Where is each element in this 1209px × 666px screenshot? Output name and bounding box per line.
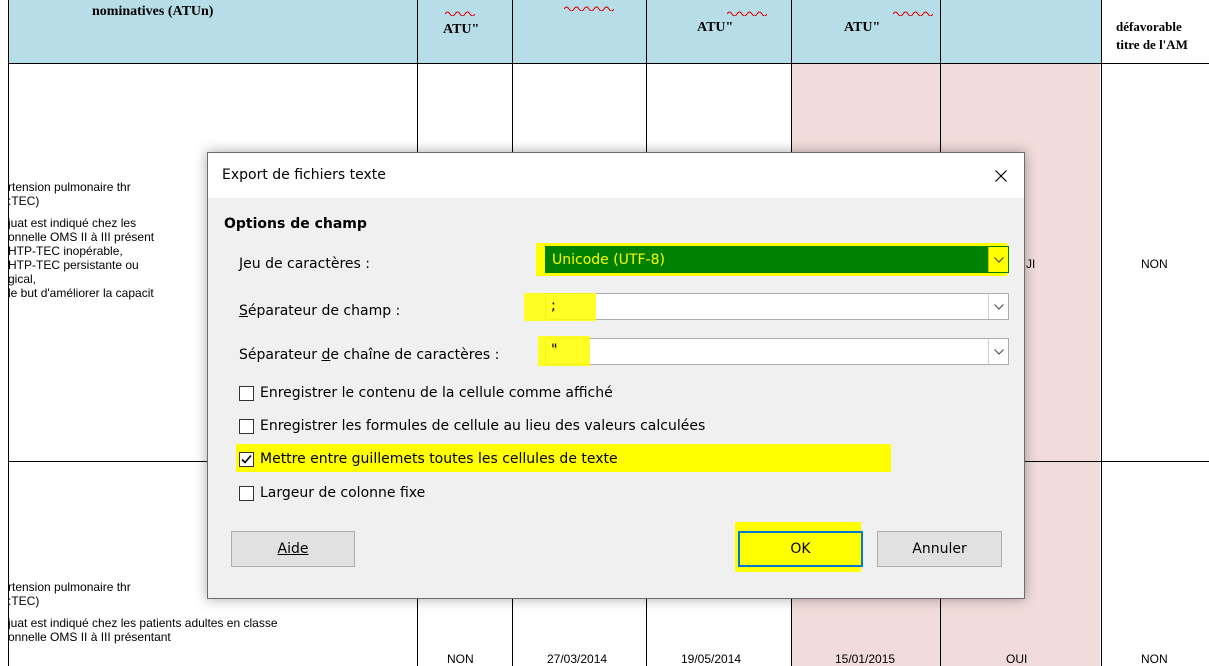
help-button[interactable]: Aide — [231, 531, 355, 567]
spellcheck-squiggle — [564, 6, 614, 11]
row1-description: rtension pulmonaire thr :TEC) juat est i… — [8, 180, 155, 300]
string-delimiter-select[interactable]: " — [545, 338, 1009, 365]
charset-select[interactable]: Unicode (UTF-8) — [545, 246, 1009, 273]
string-delimiter-label: Séparateur de chaîne de caractères : — [239, 347, 500, 363]
checkbox-save-formulas[interactable]: Enregistrer les formules de cellule au l… — [239, 416, 705, 436]
string-delimiter-dropdown-button[interactable] — [988, 339, 1008, 364]
header-col5: ATU" — [844, 20, 881, 35]
checkbox-box[interactable] — [239, 451, 254, 467]
spellcheck-squiggle — [445, 11, 475, 16]
charset-label-rest: eu de caractères : — [243, 256, 370, 272]
row2-col3-value: 27/03/2014 — [547, 652, 608, 666]
field-separator-label: Séparateur de champ : — [239, 303, 401, 319]
checkbox-label: Enregistrer le contenu de la cellule com… — [260, 385, 613, 401]
checkbox-label: Mettre entre guillemets toutes les cellu… — [260, 451, 618, 467]
header-col2: ATU" — [443, 22, 480, 37]
help-button-label: Aide — [277, 541, 309, 557]
header-margin — [0, 0, 8, 63]
row1-col7-value: NON — [1141, 257, 1168, 271]
cancel-button-label: Annuler — [912, 541, 967, 557]
header-col1: nominatives (ATUn) — [92, 4, 214, 19]
row2-col5-value: 15/01/2015 — [835, 652, 896, 666]
ok-button[interactable]: OK — [738, 531, 863, 567]
checkbox-label: Enregistrer les formules de cellule au l… — [260, 418, 706, 434]
chevron-down-icon — [993, 348, 1004, 355]
header-col4: ATU" — [697, 20, 734, 35]
highlight-mark — [538, 336, 590, 366]
checkbox-box[interactable] — [239, 485, 254, 501]
charset-label: Jeu de caractères : — [239, 256, 370, 272]
checkbox-label: Largeur de colonne fixe — [260, 485, 426, 501]
header-col7-line1: défavorable — [1116, 19, 1182, 34]
cancel-button[interactable]: Annuler — [877, 531, 1002, 567]
close-button[interactable] — [978, 153, 1024, 198]
ok-button-label: OK — [790, 541, 811, 557]
section-title: Options de champ — [224, 216, 367, 232]
dialog-title: Export de fichiers texte — [222, 167, 386, 183]
field-separator-dropdown-button[interactable] — [988, 294, 1008, 319]
checkbox-box[interactable] — [239, 385, 254, 401]
highlight-mark — [524, 293, 596, 321]
string-delimiter-value-overlay: " — [551, 342, 558, 358]
close-icon — [995, 169, 1007, 182]
field-separator-value-overlay: ; — [551, 298, 556, 314]
chevron-down-icon — [993, 303, 1004, 310]
charset-value: Unicode (UTF-8) — [552, 252, 665, 268]
row2-col4-value: 19/05/2014 — [681, 652, 742, 666]
checkbox-save-as-shown[interactable]: Enregistrer le contenu de la cellule com… — [239, 383, 613, 403]
spellcheck-squiggle — [893, 11, 933, 16]
header-col7-line2: titre de l'AM — [1116, 37, 1188, 52]
export-text-dialog: Export de fichiers texte Options de cham… — [207, 152, 1025, 599]
checkbox-fixed-width[interactable]: Largeur de colonne fixe — [239, 483, 425, 503]
checkbox-box[interactable] — [239, 418, 254, 434]
row2-col6-value: OUI — [1006, 652, 1028, 666]
checkbox-quote-text-cells[interactable]: Mettre entre guillemets toutes les cellu… — [239, 449, 618, 469]
field-separator-select[interactable]: ; — [545, 293, 1009, 320]
row1-col6-value: JI — [1026, 257, 1036, 271]
row2-col2-value: NON — [447, 652, 474, 666]
checkmark-icon — [241, 454, 252, 464]
chevron-down-icon — [993, 256, 1004, 263]
row2-col7-value: NON — [1141, 652, 1168, 666]
spellcheck-squiggle — [727, 11, 767, 16]
dialog-titlebar: Export de fichiers texte — [208, 153, 1024, 198]
charset-dropdown-button[interactable] — [988, 247, 1008, 272]
